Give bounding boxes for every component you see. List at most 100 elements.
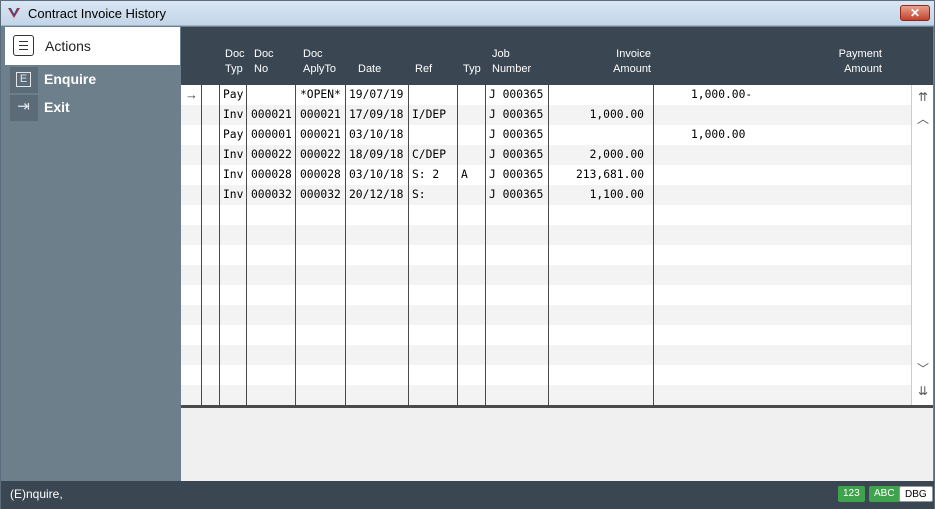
cell-job-number: J 000365 [489, 88, 544, 101]
header-line: Number [492, 63, 532, 75]
grid-header: Doc Typ Doc No Doc AplyTo Date Ref Typ J… [181, 27, 933, 85]
header-line: Doc [254, 48, 274, 60]
empty-table-row[interactable] [181, 365, 911, 385]
cell-ref: S: 2 [412, 168, 440, 181]
cell-ref [412, 85, 458, 105]
empty-table-row[interactable] [181, 205, 911, 225]
cell-payment-amount [691, 185, 786, 205]
cell-invoice-amount: 213,681.00 [575, 168, 644, 181]
cell-doc-aplyto: *OPEN* [300, 88, 341, 101]
cell-date: 18/09/18 [349, 148, 404, 161]
enquire-icon: E [16, 72, 31, 87]
empty-table-row[interactable] [181, 325, 911, 345]
col-header-typ[interactable]: Typ [463, 62, 481, 77]
header-line: Invoice [616, 48, 651, 60]
table-row[interactable]: Inv 000021 000021 17/09/18 I/DEP J 000365 1,00… [181, 105, 911, 125]
scroll-bottom-icon[interactable]: ⇊ [915, 383, 931, 401]
col-header-doc-typ[interactable]: Doc Typ [225, 47, 245, 77]
cell-ref [412, 125, 458, 145]
cell-typ [461, 85, 481, 105]
grid-body[interactable]: Pay *OPEN* 19/07/19 J 000365 1,000.00- Inv 000… [181, 85, 911, 405]
column-divider [295, 85, 296, 405]
header-line: Doc [225, 48, 245, 60]
empty-table-row[interactable] [181, 285, 911, 305]
cell-typ [461, 145, 481, 165]
cell-doc-no: 000032 [251, 188, 292, 201]
col-header-date[interactable]: Date [358, 62, 381, 77]
status-bar: (E)nquire, 123 ABC DBG [1, 481, 934, 509]
app-logo-icon [8, 7, 20, 18]
enquire-icon-wrap: E [10, 67, 38, 93]
cell-job-number: J 000365 [489, 108, 544, 121]
exit-icon-wrap: ⇥ [10, 95, 38, 121]
scroll-top-icon[interactable]: ⇈ [915, 89, 931, 107]
sidebar-item-label: Enquire [44, 71, 97, 87]
header-line: Amount [844, 63, 882, 75]
actions-header[interactable]: Actions [5, 27, 180, 65]
header-line: Doc [303, 48, 323, 60]
exit-icon: ⇥ [17, 98, 30, 115]
invoice-grid-panel: Doc Typ Doc No Doc AplyTo Date Ref Typ J… [181, 27, 933, 481]
column-divider [457, 85, 458, 405]
empty-table-row[interactable] [181, 345, 911, 365]
header-line: Typ [225, 63, 243, 75]
cell-invoice-amount: 1,000.00 [589, 108, 644, 121]
cell-ref: C/DEP [412, 148, 447, 161]
cell-typ [461, 105, 481, 125]
header-line: Amount [613, 63, 651, 75]
col-header-ref[interactable]: Ref [415, 62, 432, 77]
sidebar-item-exit[interactable]: ⇥ Exit [5, 95, 180, 121]
col-header-doc-no[interactable]: Doc No [254, 47, 274, 77]
cell-ref: S: [412, 188, 426, 201]
table-row[interactable]: Inv 000032 000032 20/12/18 S: J 000365 1,100.0… [181, 185, 911, 205]
sidebar-item-enquire[interactable]: E Enquire [5, 67, 180, 93]
cell-doc-no: 000001 [251, 128, 292, 141]
cell-invoice-amount: 1,100.00 [589, 188, 644, 201]
cell-doc-aplyto: 000021 [300, 108, 341, 121]
cell-doc-typ: Inv [223, 148, 244, 161]
vertical-scrollbar[interactable]: ⇈ ︿ ﹀ ⇊ [911, 85, 933, 405]
empty-table-row[interactable] [181, 225, 911, 245]
column-divider [201, 85, 202, 405]
capslock-badge: ABC [869, 486, 900, 502]
close-button[interactable]: ✕ [900, 5, 930, 21]
table-row[interactable]: Pay *OPEN* 19/07/19 J 000365 1,000.00- [181, 85, 911, 105]
sidebar-item-label: Exit [44, 99, 70, 115]
scroll-down-icon[interactable]: ﹀ [915, 361, 931, 379]
header-line: Payment [838, 48, 882, 60]
col-header-invoice-amount[interactable]: Invoice Amount [581, 47, 651, 77]
table-row[interactable]: Inv 000028 000028 03/10/18 S: 2 A J 000365 213,… [181, 165, 911, 185]
scroll-up-icon[interactable]: ︿ [915, 111, 931, 129]
close-icon: ✕ [909, 6, 921, 20]
cell-date: 19/07/19 [349, 88, 404, 101]
cell-ref: I/DEP [412, 108, 447, 121]
table-row[interactable]: Pay 000001 000021 03/10/18 J 000365 1,000.00 [181, 125, 911, 145]
cell-payment-amount [691, 165, 786, 185]
empty-table-row[interactable] [181, 265, 911, 285]
column-divider [408, 85, 409, 405]
col-header-payment-amount[interactable]: Payment Amount [811, 47, 882, 77]
column-divider [345, 85, 346, 405]
empty-table-row[interactable] [181, 245, 911, 265]
cell-doc-typ: Inv [223, 168, 244, 181]
table-row[interactable]: Inv 000022 000022 18/09/18 C/DEP J 000365 2,00… [181, 145, 911, 165]
cell-job-number: J 000365 [489, 168, 544, 181]
cell-doc-no: 000021 [251, 108, 292, 121]
hamburger-menu-icon[interactable] [13, 35, 34, 56]
cell-typ [461, 185, 481, 205]
cell-date: 03/10/18 [349, 168, 404, 181]
column-divider [653, 85, 654, 405]
cell-doc-aplyto: 000022 [300, 148, 341, 161]
column-divider [219, 85, 220, 405]
empty-table-row[interactable] [181, 305, 911, 325]
debug-badge[interactable]: DBG [899, 486, 933, 502]
col-header-job-number[interactable]: Job Number [492, 47, 531, 77]
col-header-doc-aplyto[interactable]: Doc AplyTo [303, 47, 336, 77]
empty-table-row[interactable] [181, 385, 911, 405]
cell-date: 17/09/18 [349, 108, 404, 121]
cell-typ [461, 125, 481, 145]
cell-doc-typ: Pay [223, 128, 244, 141]
cell-payment-amount: 1,000.00- [691, 88, 753, 101]
numlock-badge: 123 [838, 486, 865, 502]
cell-payment-amount: 1,000.00 [691, 128, 746, 141]
